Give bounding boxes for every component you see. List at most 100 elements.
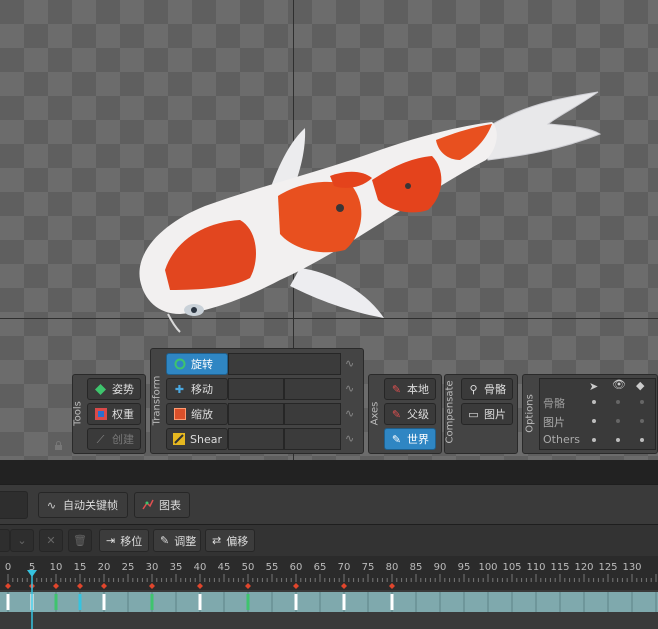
scale-label: 缩放 [191,408,213,421]
timeline-tick-label: 20 [97,562,111,573]
pose-button[interactable]: 姿势 [87,378,141,400]
create-button[interactable]: ⟋ 创建 [87,428,141,450]
transform-panel-label: Transform [151,375,163,426]
translate-label: 移动 [191,383,213,396]
shift-label: 偏移 [226,534,249,548]
panel-divider [0,460,658,484]
summary-keyframe [101,583,107,589]
bone-icon: ⚲ [469,382,478,396]
shear-button[interactable]: Shear [166,428,228,450]
weights-icon [94,408,107,421]
others-visible-toggle[interactable] [616,438,620,442]
images-names-toggle[interactable] [640,419,644,423]
lock-icon[interactable] [54,441,63,450]
timeline-tick-label: 45 [217,562,231,573]
auto-key-button[interactable]: ∿ 自动关键帧 [38,492,128,518]
translate-y-field[interactable] [284,378,341,400]
close-icon[interactable]: ✕ [39,529,63,552]
axes-panel-label: Axes [369,401,381,426]
adjust-label: 调整 [174,534,197,548]
tag-icon: ◆ [636,379,645,392]
create-icon: ⟋ [96,432,105,446]
track-keyframe [342,594,346,610]
timeline-tick-label: 40 [193,562,207,573]
weights-button[interactable]: 权重 [87,403,141,425]
weights-label: 权重 [112,408,134,421]
graph-button[interactable]: 图表 [134,492,190,518]
axes-local-button[interactable]: ✎ 本地 [384,378,436,400]
timeline-tick-label: 75 [361,562,375,573]
canvas-viewport[interactable]: Tools 姿势 权重 ⟋ 创建 Transform 旋转 ✚ 移动 缩放 Sh… [0,0,658,460]
timeline-tick-label: 35 [169,562,183,573]
timeline-tick-label: 55 [265,562,279,573]
track-band [0,592,658,612]
graph-label: 图表 [159,499,181,512]
options-row-bones: 骨骼 [543,397,565,410]
toolbar-overflow-button[interactable] [0,529,10,552]
shear-link-icon[interactable]: ∿ [345,432,359,446]
summary-keyframe [245,583,251,589]
shift-icon: ⇄ [212,534,222,547]
timeline-tick-label: 60 [289,562,303,573]
app-root: Tools 姿势 权重 ⟋ 创建 Transform 旋转 ✚ 移动 缩放 Sh… [0,0,658,629]
pose-label: 姿势 [112,383,134,396]
others-names-toggle[interactable] [640,438,644,442]
timeline-tick-label: 95 [457,562,471,573]
images-visible-toggle[interactable] [616,419,620,423]
translate-button[interactable]: ✚ 移动 [166,378,228,400]
chevron-down-icon[interactable]: ⌄ [10,529,34,552]
translate-x-field[interactable] [228,378,284,400]
offset-button[interactable]: ⇥ 移位 [99,529,149,552]
local-axis-icon: ✎ [391,382,402,396]
images-select-toggle[interactable] [592,419,596,423]
rotate-button[interactable]: 旋转 [166,353,228,375]
shear-x-field[interactable] [228,428,284,450]
compensate-bones-label: 骨骼 [484,383,506,396]
scale-button[interactable]: 缩放 [166,403,228,425]
timeline-tick-label: 25 [121,562,135,573]
compensate-images-label: 图片 [484,408,506,421]
compensate-images-button[interactable]: ▭ 图片 [461,403,513,425]
timeline-tick-label: 65 [313,562,327,573]
bones-names-toggle[interactable] [640,400,644,404]
scale-x-field[interactable] [228,403,284,425]
summary-keyframe [197,583,203,589]
timeline-name-field[interactable] [0,491,28,519]
pose-icon [94,383,107,396]
translate-link-icon[interactable]: ∿ [345,382,359,396]
shear-label: Shear [190,432,222,446]
compensate-bones-button[interactable]: ⚲ 骨骼 [461,378,513,400]
timeline-tick-label: 100 [478,562,498,573]
summary-keyframe [53,583,59,589]
timeline-tick-label: 10 [49,562,63,573]
track-keyframe [102,594,106,610]
rotate-link-icon[interactable]: ∿ [345,357,359,371]
scale-link-icon[interactable]: ∿ [345,407,359,421]
axes-world-button[interactable]: ✎ 世界 [384,428,436,450]
others-select-toggle[interactable] [592,438,596,442]
offset-label: 移位 [120,534,143,548]
tools-panel-label: Tools [72,401,84,426]
track-keyframe [54,594,58,610]
timeline-tick-label: 85 [409,562,423,573]
shift-button[interactable]: ⇄ 偏移 [205,529,255,552]
rotate-value-field[interactable] [228,353,341,375]
track-keyframe [246,594,250,610]
compensate-panel-label: Compensate [444,380,456,444]
axes-parent-button[interactable]: ✎ 父级 [384,403,436,425]
summary-keyframe [5,583,11,589]
timeline-tick-label: 70 [337,562,351,573]
timeline-tick-label: 125 [598,562,618,573]
shear-y-field[interactable] [284,428,341,450]
trash-icon[interactable]: 🗑 [68,529,92,552]
scale-icon [173,408,186,421]
track-keyframe [150,594,154,610]
bones-select-toggle[interactable] [592,400,596,404]
bones-visible-toggle[interactable] [616,400,620,404]
auto-key-label: 自动关键帧 [63,499,118,512]
scale-y-field[interactable] [284,403,341,425]
track-keyframe [6,594,10,610]
adjust-button[interactable]: ✎ 调整 [153,529,201,552]
rotate-label: 旋转 [191,358,213,371]
timeline-tick-label: 105 [502,562,522,573]
